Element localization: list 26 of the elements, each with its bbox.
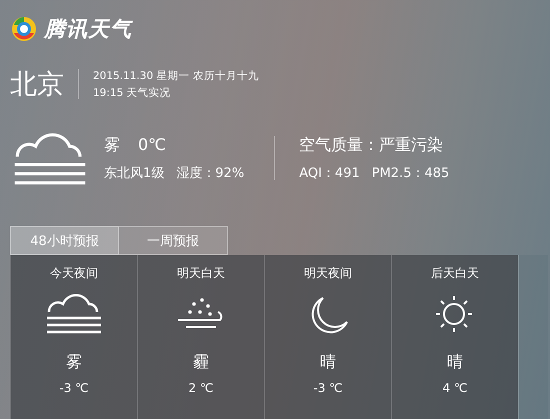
temperature: 0℃	[138, 134, 166, 156]
logo-icon	[10, 15, 38, 43]
weather-condition: 晴	[447, 352, 463, 373]
period-label: 后天白天	[431, 265, 479, 282]
temperature: -3 ℃	[59, 381, 89, 395]
aqi-text: AQI：491	[299, 164, 360, 182]
wind-text: 东北风1级	[104, 164, 164, 182]
temperature: 2 ℃	[188, 381, 214, 395]
period-label: 明天夜间	[304, 265, 352, 282]
temperature: 4 ℃	[442, 381, 468, 395]
period-label: 明天白天	[177, 265, 225, 282]
humidity-text: 湿度：92%	[176, 164, 244, 182]
weather-condition: 霾	[193, 352, 209, 373]
city-name: 北京	[10, 68, 64, 102]
weather-condition: 晴	[320, 352, 336, 373]
pm25-text: PM2.5：485	[372, 164, 450, 182]
weather-condition: 雾	[66, 352, 82, 373]
time-text: 19:15 天气实况	[93, 86, 172, 100]
temperature: -3 ℃	[313, 381, 343, 395]
air-quality: 空气质量：严重污染	[299, 134, 444, 156]
weather-condition: 雾	[104, 134, 120, 156]
forecast-tab[interactable]: 一周预报	[119, 226, 228, 255]
date-text: 2015.11.30 星期一 农历十月十九	[93, 68, 259, 82]
app-name: 腾讯天气	[44, 16, 132, 43]
period-label: 今天夜间	[50, 265, 98, 282]
forecast-tab[interactable]: 48小时预报	[10, 226, 119, 255]
